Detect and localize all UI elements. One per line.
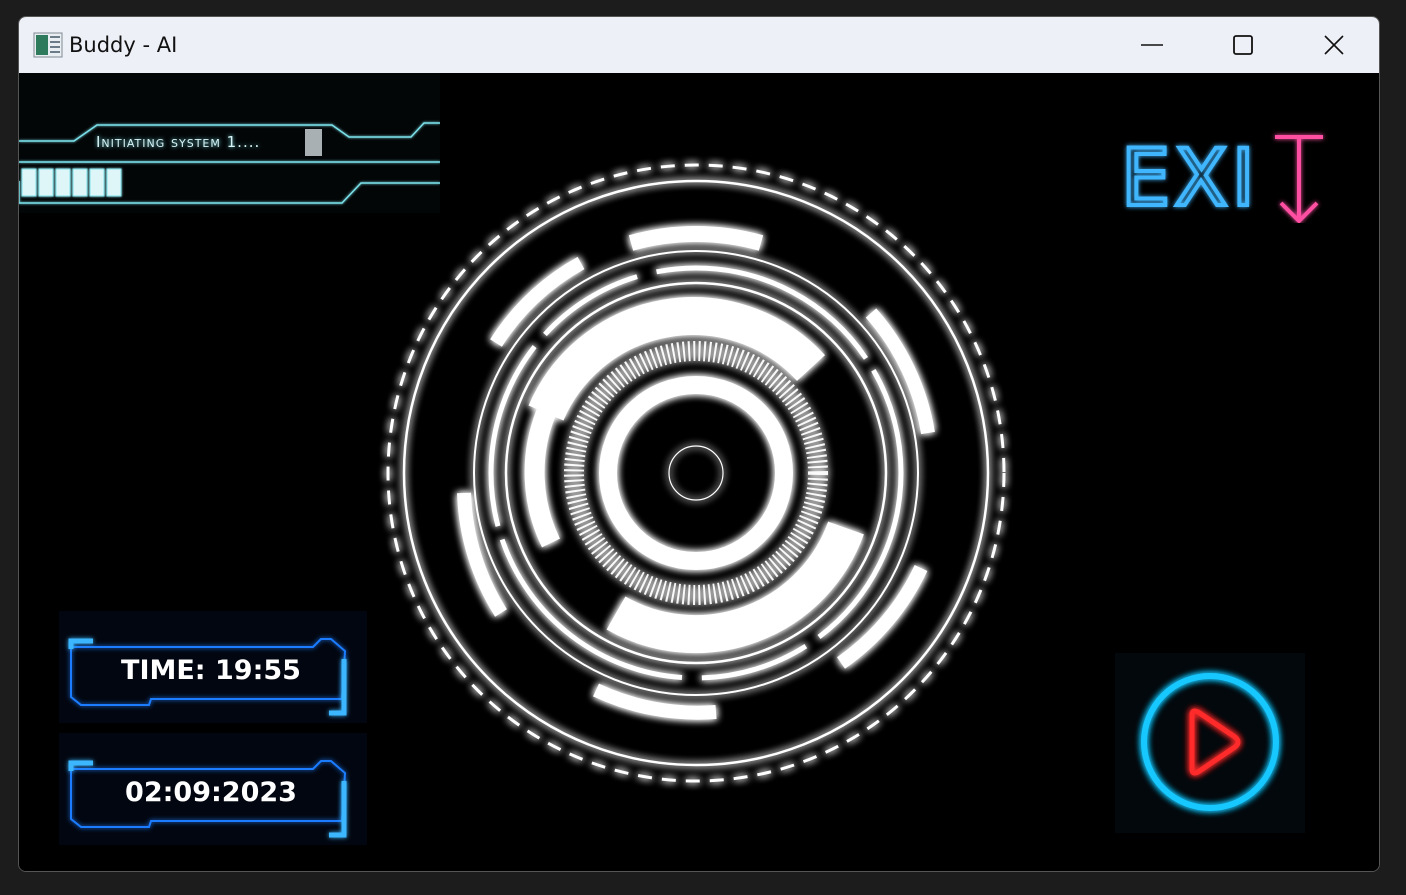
window-title: Buddy - AI	[69, 33, 178, 57]
time-panel: TIME: 19:55	[59, 611, 367, 723]
loader-segment	[89, 168, 105, 197]
loader-segment	[106, 168, 122, 197]
exit-sign: EXI	[1119, 132, 1323, 226]
play-icon	[1141, 673, 1279, 811]
play-button[interactable]	[1115, 653, 1305, 833]
title-bar[interactable]: Buddy - AI	[19, 17, 1379, 73]
app-window: Buddy - AI Initiating system 1.... EXI T…	[18, 16, 1380, 872]
maximize-icon	[1232, 35, 1253, 55]
minimize-button[interactable]	[1106, 17, 1197, 73]
main-content: Initiating system 1.... EXI TIME: 19:55 …	[19, 73, 1379, 871]
window-controls	[1106, 17, 1379, 73]
close-button[interactable]	[1288, 17, 1379, 73]
maximize-button[interactable]	[1197, 17, 1288, 73]
loader-text: Initiating system 1....	[96, 133, 261, 151]
loader-segment	[38, 168, 54, 197]
close-icon	[1323, 35, 1344, 55]
date-display: 02:09:2023	[125, 777, 297, 808]
exit-arrow-icon	[1275, 135, 1323, 224]
exit-label: EXI	[1121, 134, 1259, 223]
loader-segment	[55, 168, 71, 197]
date-panel: 02:09:2023	[59, 733, 367, 845]
time-display: TIME: 19:55	[121, 655, 301, 686]
reactor-core	[386, 163, 1006, 783]
loader-segment	[72, 168, 88, 197]
minimize-icon	[1140, 44, 1163, 46]
loader-segment	[21, 168, 37, 197]
exit-button[interactable]: EXI	[1117, 113, 1337, 226]
app-icon	[33, 32, 63, 58]
